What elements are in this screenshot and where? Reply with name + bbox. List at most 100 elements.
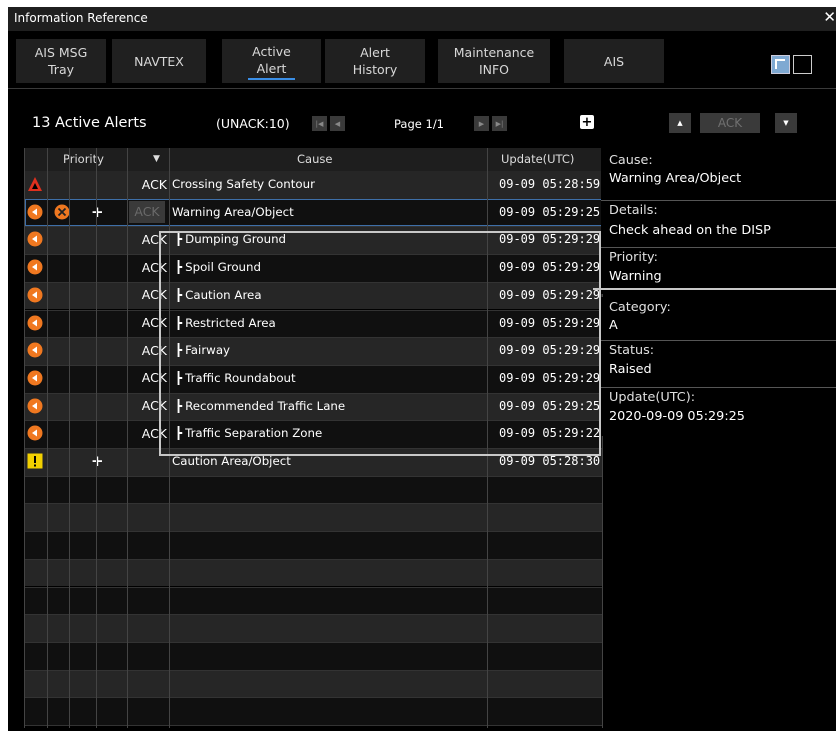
row-divider <box>25 448 602 449</box>
alert-cause-text: Traffic Roundabout <box>185 370 296 385</box>
close-icon[interactable]: ✕ <box>823 8 836 26</box>
detail-details-label: Details: <box>609 203 658 218</box>
column-divider <box>96 148 97 728</box>
last-page-button[interactable]: ▶| <box>492 116 507 131</box>
tab-label: AIS MSG Tray <box>34 45 88 77</box>
row-ack-button[interactable]: ACK <box>128 337 167 363</box>
warning-circle-icon <box>27 315 43 331</box>
alert-cause: Crossing Safety Contour <box>172 177 315 191</box>
previous-page-button[interactable]: ◀ <box>330 116 345 131</box>
row-divider <box>25 337 602 339</box>
alert-update-time: 09-09 05:29:29 <box>499 315 601 330</box>
warning-circle-icon <box>27 342 43 358</box>
alert-update-time: 09-09 05:29:29 <box>499 232 601 247</box>
row-ack-button[interactable]: ACK <box>128 171 167 197</box>
column-divider <box>47 148 48 728</box>
alert-cause: ┣ Restricted Area <box>175 316 276 330</box>
row-divider <box>25 558 602 560</box>
tab-label: Alert History <box>352 45 398 77</box>
tree-branch-icon: ┣ <box>175 370 183 385</box>
maximize-window-icon[interactable] <box>793 55 812 74</box>
row-divider <box>25 364 602 366</box>
alert-cause-text: Traffic Separation Zone <box>185 426 323 441</box>
row-ack-button[interactable]: ACK <box>128 282 167 308</box>
alert-cause-text: Caution Area <box>185 287 262 302</box>
information-reference-window: Information Reference ✕ AIS MSG Tray NAV… <box>8 7 836 731</box>
alert-update-time: 09-09 05:29:29 <box>499 260 601 275</box>
table-row <box>25 531 602 559</box>
alert-update-time: 09-09 05:29:29 <box>499 370 601 385</box>
restore-window-icon[interactable] <box>771 55 790 74</box>
tab-label: Maintenance INFO <box>453 45 535 77</box>
caution-square-icon <box>27 453 43 469</box>
row-ack-button[interactable]: ACK <box>128 254 167 280</box>
detail-status-value: Raised <box>609 362 652 377</box>
table-row <box>25 614 602 642</box>
next-page-button[interactable]: ▶ <box>474 116 489 131</box>
alert-update-time: 09-09 05:29:29 <box>499 343 601 358</box>
tree-branch-icon: ┣ <box>175 343 183 358</box>
row-ack-button[interactable]: ACK <box>128 393 167 419</box>
expand-group-icon[interactable]: + <box>91 452 104 470</box>
row-divider <box>25 226 602 228</box>
tree-branch-icon: ┣ <box>175 232 183 247</box>
warning-circle-icon <box>27 231 43 247</box>
table-row <box>25 697 602 725</box>
expand-all-button[interactable]: + <box>580 115 594 129</box>
table-row[interactable]: ACK ┣ Restricted Area 09-09 05:29:29 <box>25 309 602 338</box>
row-divider <box>25 392 602 394</box>
tab-active-alert[interactable]: Active Alert <box>222 39 321 83</box>
tab-alert-history[interactable]: Alert History <box>325 39 425 83</box>
detail-details-value: Check ahead on the DISP <box>609 223 771 238</box>
table-row[interactable]: ACK ┣ Recommended Traffic Lane 09-09 05:29:… <box>25 392 602 421</box>
table-row <box>25 558 602 587</box>
warning-circle-icon <box>27 425 43 441</box>
row-ack-button[interactable]: ACK <box>128 420 167 446</box>
table-row[interactable]: ACK ┣ Fairway 09-09 05:29:29 <box>25 337 602 365</box>
alert-cause: ┣ Caution Area <box>175 288 262 302</box>
row-divider <box>25 669 602 671</box>
alert-cause: Caution Area/Object <box>172 454 291 468</box>
ack-button[interactable]: ACK <box>700 113 760 133</box>
table-row[interactable]: ACK ┣ Traffic Separation Zone 09-09 05:29:2… <box>25 420 602 448</box>
table-row[interactable]: ACK ┣ Spoil Ground 09-09 05:29:29 <box>25 254 602 282</box>
title-bar: Information Reference ✕ <box>8 7 836 31</box>
tab-ais-msg-tray[interactable]: AIS MSG Tray <box>16 39 106 83</box>
tab-maintenance-info[interactable]: Maintenance INFO <box>438 39 550 83</box>
row-ack-button[interactable]: ACK <box>128 365 167 391</box>
table-row <box>25 669 602 698</box>
row-ack-button[interactable]: ACK <box>128 310 167 336</box>
table-row[interactable]: ACK ┣ Caution Area 09-09 05:29:29 <box>25 281 602 310</box>
table-row[interactable]: + Caution Area/Object 09-09 05:28:30 <box>25 448 602 476</box>
alert-cause: ┣ Traffic Separation Zone <box>175 426 322 440</box>
alert-cause-text: Fairway <box>185 343 231 358</box>
priority-sort-icon[interactable]: ▼ <box>153 154 160 164</box>
row-divider <box>25 420 602 422</box>
row-divider <box>25 503 602 505</box>
alert-cause: ┣ Traffic Roundabout <box>175 371 296 385</box>
row-ack-button[interactable]: ACK <box>128 226 167 252</box>
tree-branch-icon: ┣ <box>175 315 183 330</box>
alarm-triangle-icon <box>27 176 43 192</box>
detail-cause-label: Cause: <box>609 153 653 168</box>
select-down-button[interactable]: ▼ <box>775 113 797 133</box>
alert-update-time: 09-09 05:28:30 <box>499 454 601 468</box>
table-row[interactable]: ACK ┣ Dumping Ground 09-09 05:29:29 <box>25 226 602 255</box>
selected-row-outline <box>25 198 602 227</box>
detail-panel: Cause: Warning Area/Object Details: Chec… <box>601 148 836 728</box>
alert-cause-text: Dumping Ground <box>185 232 287 247</box>
row-divider <box>25 531 602 533</box>
detail-category-value: A <box>609 318 618 333</box>
detail-status: Status: Raised <box>601 341 836 387</box>
tab-navtex[interactable]: NAVTEX <box>112 39 206 83</box>
first-page-button[interactable]: |◀ <box>312 116 327 131</box>
tree-branch-icon: ┣ <box>175 260 183 275</box>
table-row[interactable]: ACK ┣ Traffic Roundabout 09-09 05:29:29 <box>25 364 602 393</box>
select-up-button[interactable]: ▲ <box>669 113 691 133</box>
column-divider <box>487 148 488 728</box>
tab-ais[interactable]: AIS <box>564 39 664 83</box>
table-row <box>25 475 602 504</box>
alert-table: Priority ▼ Cause Update(UTC) ACK Crossing… <box>24 148 603 728</box>
table-row[interactable]: ACK Crossing Safety Contour 09-09 05:28:59 <box>25 171 602 199</box>
table-header: Priority ▼ Cause Update(UTC) <box>25 148 602 171</box>
